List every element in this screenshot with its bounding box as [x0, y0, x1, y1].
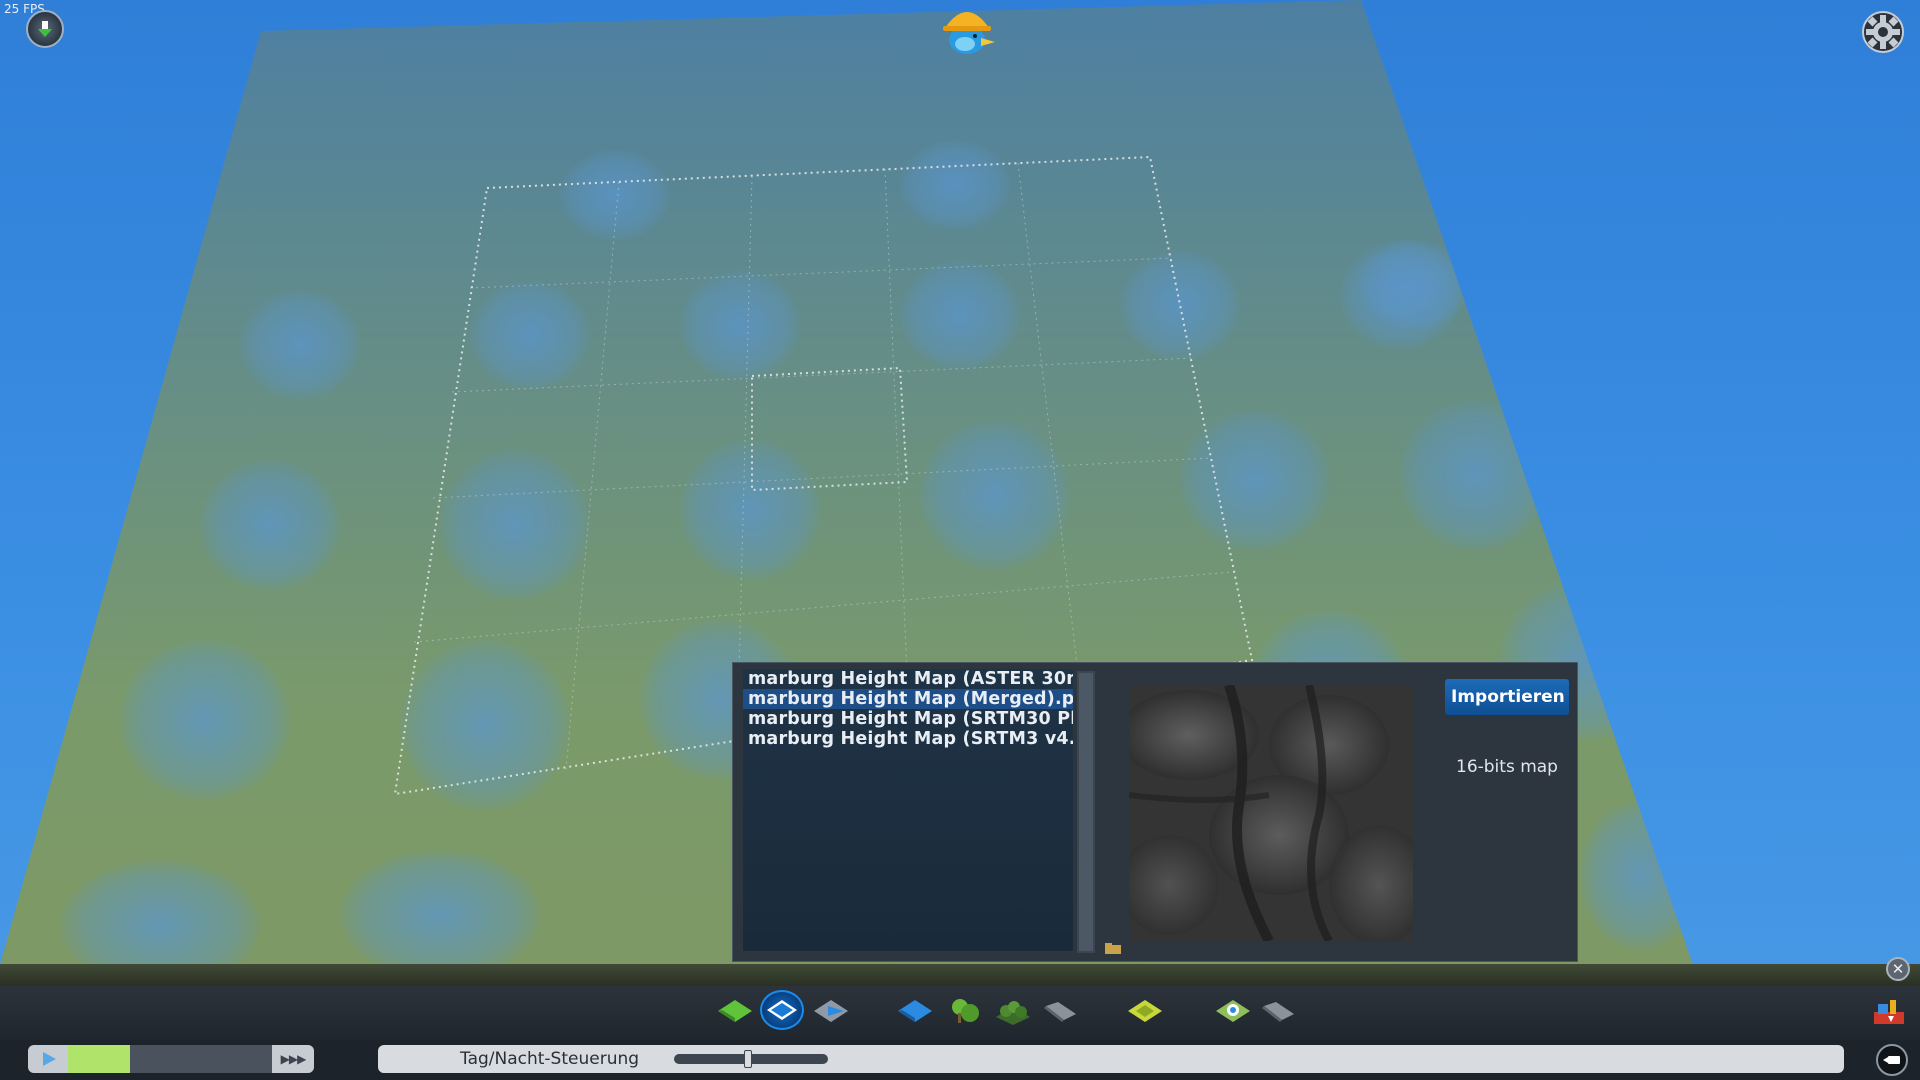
list-item[interactable]: marburg Height Map (SRTM3 v4.1).png	[743, 729, 1073, 749]
import-button[interactable]: Importieren	[1445, 679, 1569, 715]
unlock-icon[interactable]	[26, 10, 64, 48]
close-icon[interactable]: ✕	[1886, 957, 1910, 981]
fast-forward-button[interactable]: ▶▶▶	[272, 1045, 314, 1073]
level-tool-icon[interactable]	[814, 996, 848, 1026]
play-button[interactable]	[28, 1045, 68, 1073]
area-tool-icon[interactable]	[1128, 996, 1162, 1026]
list-item[interactable]: marburg Height Map (SRTM30 Plus).png	[743, 709, 1073, 729]
list-item[interactable]: marburg Height Map (ASTER 30m).png	[743, 669, 1073, 689]
import-asset-icon[interactable]	[1872, 998, 1906, 1026]
folder-icon[interactable]	[1105, 939, 1121, 954]
scrollbar-thumb[interactable]	[1079, 673, 1093, 951]
map-format-label: 16-bits map	[1456, 757, 1558, 777]
settings-map-icon[interactable]	[1216, 996, 1250, 1026]
chirper-icon[interactable]	[935, 0, 999, 64]
heightmap-file-list[interactable]: marburg Height Map (ASTER 30m).png marbu…	[743, 669, 1073, 951]
list-item[interactable]: marburg Height Map (Merged).png	[743, 689, 1073, 709]
forest-icon[interactable]	[996, 996, 1030, 1026]
daynight-control: Tag/Nacht-Steuerung	[378, 1045, 1844, 1073]
trees-icon[interactable]	[948, 996, 982, 1026]
daynight-slider-thumb[interactable]	[744, 1050, 752, 1068]
file-list-scrollbar[interactable]	[1077, 671, 1095, 953]
simulation-speed-panel: ▶▶▶	[28, 1045, 314, 1073]
camera-icon[interactable]	[1876, 1044, 1908, 1076]
water-source-icon[interactable]	[898, 996, 932, 1026]
toolbar-tab-strip	[0, 964, 1920, 986]
resources-icon[interactable]	[1044, 996, 1078, 1026]
roads-icon[interactable]	[1262, 996, 1296, 1026]
heightmap-import-dialog: marburg Height Map (ASTER 30m).png marbu…	[732, 662, 1578, 962]
water-tool-icon[interactable]	[760, 990, 804, 1030]
daynight-label: Tag/Nacht-Steuerung	[460, 1049, 640, 1069]
speed-indicator-fill	[68, 1045, 130, 1073]
heightmap-preview	[1129, 685, 1413, 941]
gear-icon[interactable]	[1860, 9, 1906, 55]
terrain-tool-icon[interactable]	[718, 996, 752, 1026]
